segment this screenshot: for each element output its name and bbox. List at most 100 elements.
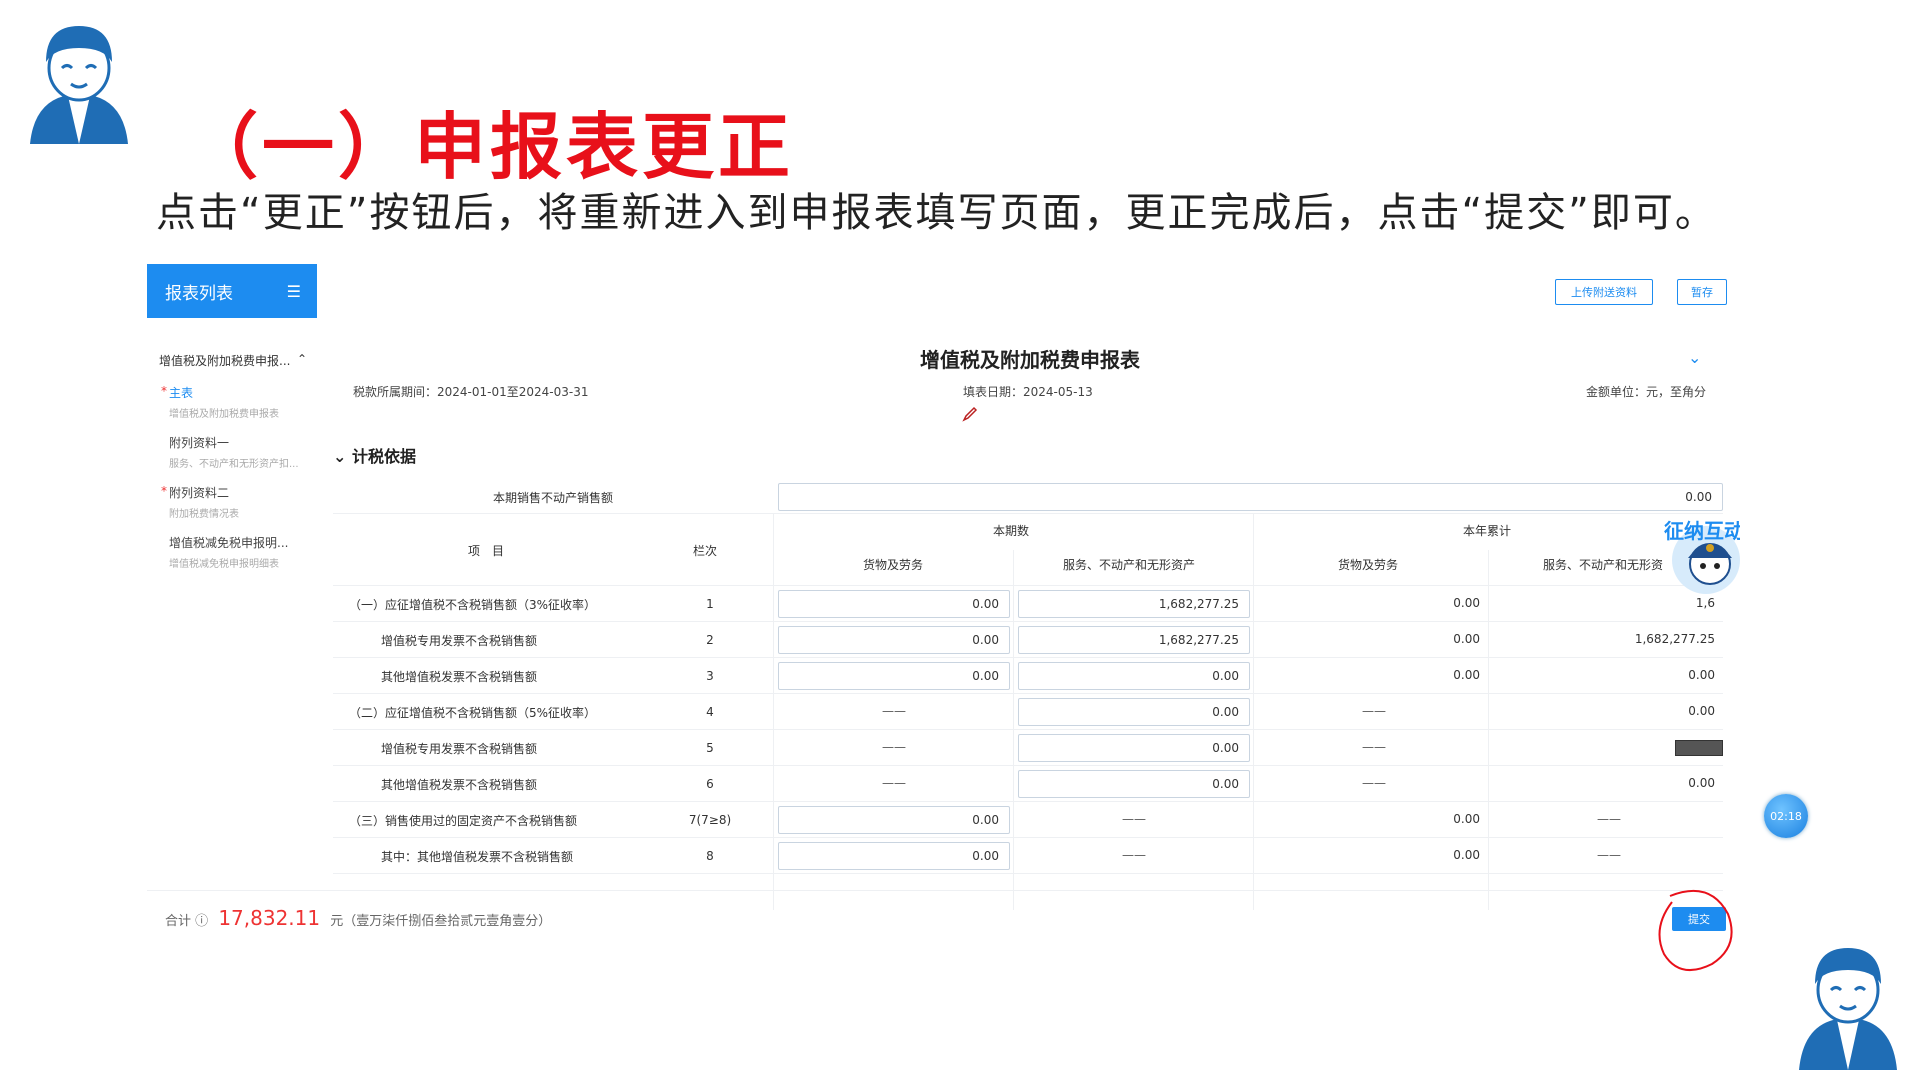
amount-value: 0.00 <box>1453 668 1480 682</box>
sidebar-item-sub: 服务、不动产和无形资产扣... <box>169 459 299 470</box>
table-row: 增值税专用发票不含税销售额 5 —— 0.00 —— <box>333 730 1723 766</box>
amount-input[interactable]: 0.00 <box>1018 698 1250 726</box>
amount-value: 0.00 <box>1688 704 1715 718</box>
realestate-input[interactable]: 0.00 <box>778 483 1723 511</box>
amount-value: 0.00 <box>1453 632 1480 646</box>
overlay-toolbar[interactable] <box>1675 740 1723 756</box>
sidebar-item-reduction[interactable]: 增值税减免税申报明... 增值税减免税申报明细表 <box>147 527 317 577</box>
save-draft-button[interactable]: 暂存 <box>1677 279 1727 305</box>
amount-input[interactable]: 0.00 <box>1018 770 1250 798</box>
table-row: 其他增值税发票不含税销售额 6 —— 0.00 —— 0.00 <box>333 766 1723 802</box>
mascot-avatar-icon <box>1799 948 1897 1070</box>
chevron-down-icon[interactable]: ⌄ <box>1688 348 1701 367</box>
sidebar-item-attach2[interactable]: * 附列资料二 附加税费情况表 <box>147 477 317 527</box>
amount-input[interactable]: 0.00 <box>1018 662 1250 690</box>
row-col-number: 5 <box>706 741 714 755</box>
table-row: 增值税专用发票不含税销售额 2 0.00 1,682,277.25 0.00 1,682,… <box>333 622 1723 658</box>
sidebar-item-sub: 增值税及附加税费申报表 <box>169 409 279 420</box>
required-mark: * <box>161 484 167 498</box>
empty-cell: —— <box>1122 812 1146 826</box>
empty-cell: —— <box>1362 740 1386 754</box>
mascot-avatar-icon <box>30 26 128 144</box>
tax-period: 税款所属期间：2024-01-01至2024-03-31 <box>353 385 589 399</box>
table-row: （二）应征增值税不含税销售额（5%征收率） 4 —— 0.00 —— 0.00 <box>333 694 1723 730</box>
row-label: 增值税专用发票不含税销售额 <box>381 741 538 756</box>
fill-date: 填表日期：2024-05-13 <box>963 385 1093 399</box>
sidebar-item-title: 附列资料一 <box>169 436 230 450</box>
amount-value: 0.00 <box>1453 596 1480 610</box>
total-label: 合计 <box>165 914 192 929</box>
upload-attachments-button[interactable]: 上传附送资料 <box>1555 279 1653 305</box>
empty-cell: —— <box>882 704 906 718</box>
table-row: 本期销售不动产销售额 0.00 <box>333 480 1723 514</box>
amount-value: 0.00 <box>1453 812 1480 826</box>
info-icon[interactable]: ⓘ <box>195 914 208 929</box>
pen-cursor-icon <box>962 406 978 422</box>
report-list-header[interactable]: 报表列表 ☰ <box>147 264 317 318</box>
table-row: 其中：其他增值税发票不含税销售额 8 0.00 —— 0.00 —— <box>333 838 1723 874</box>
empty-cell: —— <box>1597 812 1621 826</box>
amount-input[interactable]: 1,682,277.25 <box>1018 626 1250 654</box>
empty-cell: —— <box>882 740 906 754</box>
empty-cell: —— <box>1122 848 1146 862</box>
report-list-label: 报表列表 <box>165 283 233 304</box>
row-col-number: 2 <box>706 633 714 647</box>
divider <box>147 890 1723 891</box>
row-label: 其他增值税发票不含税销售额 <box>381 777 538 792</box>
table-row: （一）应征增值税不含税销售额（3%征收率） 1 0.00 1,682,277.25 0.… <box>333 586 1723 622</box>
row-col-number: 7(7≥8) <box>688 813 732 827</box>
total-amount: 17,832.11 <box>218 906 321 930</box>
badge-char: 征纳互动 <box>1664 519 1740 543</box>
amount-unit: 金额单位：元，至角分 <box>1586 385 1707 399</box>
header-current: 本期数 <box>993 524 1030 538</box>
table-row: （三）销售使用过的固定资产不含税销售额 7(7≥8) 0.00 —— 0.00 —— <box>333 802 1723 838</box>
row-label: 其中：其他增值税发票不含税销售额 <box>381 849 574 864</box>
required-mark: * <box>161 384 167 398</box>
table-header: 项 目 栏次 本期数 本年累计 货物及劳务 服务、不动产和无形资产 货物及劳务 … <box>333 514 1723 586</box>
header-services: 服务、不动产和无形资产 <box>1063 558 1196 572</box>
list-menu-icon[interactable]: ☰ <box>287 282 301 301</box>
sidebar-item-attach1[interactable]: 附列资料一 服务、不动产和无形资产扣... <box>147 427 317 477</box>
header-goods-ytd: 货物及劳务 <box>1338 558 1399 572</box>
sidebar-item-title: 增值税减免税申报明... <box>169 536 289 550</box>
amount-input[interactable]: 0.00 <box>778 842 1010 870</box>
sidebar-item-title: 主表 <box>169 386 194 400</box>
row-col-number: 3 <box>706 669 714 683</box>
amount-input[interactable]: 0.00 <box>778 662 1010 690</box>
row-label: 其他增值税发票不含税销售额 <box>381 669 538 684</box>
sidebar-item-main[interactable]: * 主表 增值税及附加税费申报表 <box>147 377 317 427</box>
section-title-label: 计税依据 <box>351 447 416 466</box>
amount-input[interactable]: 1,682,277.25 <box>1018 590 1250 618</box>
row-label: （一）应征增值税不含税销售额（3%征收率） <box>349 597 597 612</box>
realestate-label: 本期销售不动产销售额 <box>493 490 614 505</box>
header-item: 项 目 <box>468 543 505 558</box>
section-title[interactable]: ⌄ 计税依据 <box>333 443 416 467</box>
slide-title: （一）申报表更正 <box>186 105 795 189</box>
row-col-number: 1 <box>706 597 714 611</box>
amount-input[interactable]: 0.00 <box>778 806 1010 834</box>
amount-value: 0.00 <box>1688 668 1715 682</box>
table-row: 其他增值税发票不含税销售额 3 0.00 0.00 0.00 0.00 <box>333 658 1723 694</box>
timer-badge[interactable]: 02:18 <box>1764 794 1808 838</box>
red-circle-annotation <box>1658 889 1733 972</box>
form-title: 增值税及附加税费申报表 <box>920 348 1140 372</box>
slide-subtitle: 点击“更正”按钮后，将重新进入到申报表填写页面，更正完成后，点击“提交”即可。 <box>156 190 1717 236</box>
total-unit: 元（壹万柒仟捌佰叁拾贰元壹角壹分） <box>330 914 552 929</box>
empty-cell: —— <box>1362 704 1386 718</box>
amount-input[interactable]: 0.00 <box>778 626 1010 654</box>
amount-value: 1,682,277.25 <box>1634 632 1715 646</box>
header-ytd: 本年累计 <box>1463 524 1512 538</box>
interaction-badge[interactable]: 征纳互动 <box>1648 508 1740 612</box>
header-col: 栏次 <box>693 543 718 558</box>
amount-value: 0.00 <box>1453 848 1480 862</box>
empty-cell: —— <box>1597 848 1621 862</box>
total-bar: 合计 ⓘ 17,832.11 元（壹万柒仟捌佰叁拾贰元壹角壹分） <box>165 906 551 930</box>
amount-input[interactable]: 0.00 <box>778 590 1010 618</box>
amount-value: 0.00 <box>1688 776 1715 790</box>
row-label: 增值税专用发票不含税销售额 <box>381 633 538 648</box>
empty-cell: —— <box>882 776 906 790</box>
header-services-ytd: 服务、不动产和无形资 <box>1543 558 1664 572</box>
row-col-number: 8 <box>706 849 714 863</box>
sidebar-item-sub: 增值税减免税申报明细表 <box>169 559 279 570</box>
amount-input[interactable]: 0.00 <box>1018 734 1250 762</box>
